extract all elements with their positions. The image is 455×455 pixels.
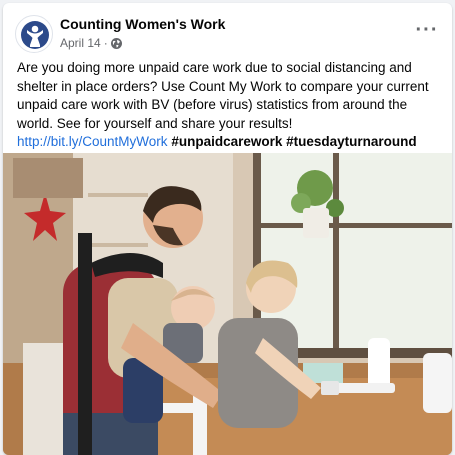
post-header: Counting Women's Work April 14 · ··· — [3, 3, 452, 57]
post-body-text: Are you doing more unpaid care work due … — [17, 60, 429, 131]
logo-icon — [21, 21, 49, 49]
post-date[interactable]: April 14 — [60, 36, 101, 50]
page-name-link[interactable]: Counting Women's Work — [60, 16, 225, 32]
hashtag-tuesdayturnaround[interactable]: #tuesdayturnaround — [286, 134, 417, 149]
post-message: Are you doing more unpaid care work due … — [17, 59, 441, 152]
post-link[interactable]: http://bit.ly/CountMyWork — [17, 134, 168, 149]
post-meta: April 14 · — [60, 36, 122, 50]
globe-icon[interactable] — [110, 37, 122, 49]
page-avatar[interactable] — [15, 15, 53, 53]
post-card: Counting Women's Work April 14 · ··· Are… — [3, 3, 452, 455]
hashtag-unpaidcarework[interactable]: #unpaidcarework — [171, 134, 282, 149]
post-photo[interactable] — [3, 153, 452, 455]
meta-separator: · — [103, 36, 108, 50]
more-options-icon[interactable]: ··· — [412, 15, 442, 45]
